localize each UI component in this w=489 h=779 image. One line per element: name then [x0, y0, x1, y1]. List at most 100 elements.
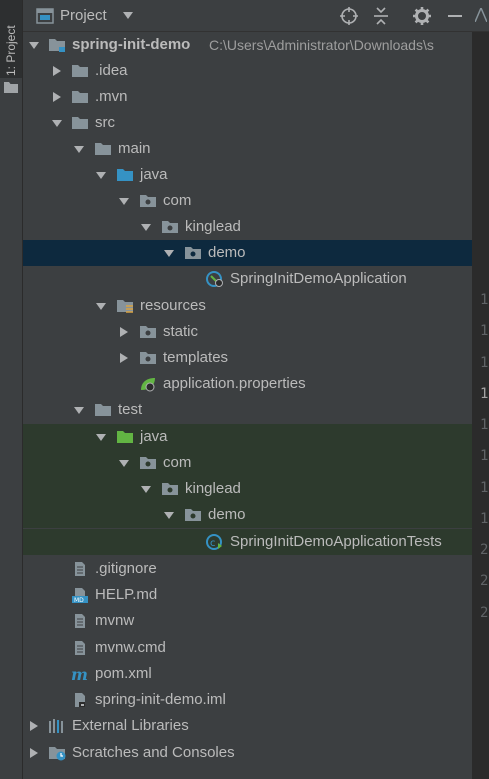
tree-node-test-java[interactable]: java: [23, 424, 472, 450]
chevron-down-icon[interactable]: [29, 40, 39, 50]
tree-node-main-kinglead[interactable]: kinglead: [23, 214, 472, 240]
tree-label-test-java: java: [140, 428, 168, 445]
tree-node-main[interactable]: main: [23, 136, 472, 162]
collapse-all-icon[interactable]: [371, 6, 391, 26]
package-icon: [162, 483, 178, 495]
line-number: 2: [480, 573, 489, 589]
tree-label-test-demo: demo: [208, 506, 246, 523]
tree-node-main-app[interactable]: SpringInitDemoApplication: [23, 266, 472, 292]
tree-root-path: C:\Users\Administrator\Downloads\s: [209, 37, 434, 53]
tree-node-iml[interactable]: spring-init-demo.iml: [23, 687, 472, 713]
package-icon: [185, 509, 201, 521]
package-icon: [162, 221, 178, 233]
chevron-down-icon[interactable]: [164, 248, 174, 258]
chevron-right-icon[interactable]: [29, 748, 39, 758]
tree-node-test-app[interactable]: c SpringInitDemoApplicationTests: [23, 529, 472, 555]
line-number: 1: [480, 448, 489, 464]
line-number: 1: [480, 323, 489, 339]
line-number: 1: [480, 355, 489, 371]
text-file-icon: [75, 562, 85, 576]
tree-label-test-com: com: [163, 454, 192, 471]
tree-node-main-java[interactable]: java: [23, 162, 472, 188]
chevron-right-icon[interactable]: [119, 327, 129, 337]
tree-node-resources[interactable]: resources: [23, 293, 472, 319]
line-number: 2: [480, 605, 489, 621]
chevron-right-icon[interactable]: [119, 353, 129, 363]
folder-icon: [4, 82, 18, 93]
tree-node-help[interactable]: MD HELP.md: [23, 582, 472, 608]
scratches-folder-icon: [49, 747, 66, 761]
text-file-icon: [75, 614, 85, 628]
chevron-right-icon[interactable]: [52, 92, 62, 102]
folder-icon: [72, 65, 88, 77]
chevron-right-icon[interactable]: [52, 66, 62, 76]
chevron-right-icon[interactable]: [29, 721, 39, 731]
tree-label-main-java: java: [140, 166, 168, 183]
tree-node-ext-libs[interactable]: External Libraries: [23, 713, 472, 739]
folder-icon: [72, 91, 88, 103]
editor-tab-strip: [472, 0, 489, 32]
project-tool-tab[interactable]: 1: Project: [0, 0, 22, 93]
resources-folder-icon: [117, 300, 133, 313]
project-window-icon: [36, 8, 54, 24]
tree-label-test: test: [118, 401, 143, 418]
folder-icon: [95, 143, 111, 155]
chevron-down-icon[interactable]: [52, 118, 62, 128]
hide-minus-icon[interactable]: [445, 6, 465, 26]
tree-node-templates[interactable]: templates: [23, 345, 472, 371]
package-icon: [185, 247, 201, 259]
chevron-down-icon[interactable]: [141, 484, 151, 494]
chevron-down-icon[interactable]: [96, 301, 106, 311]
tree-label-main-kinglead: kinglead: [185, 218, 241, 235]
test-class-icon: c: [206, 534, 222, 550]
chevron-down-icon[interactable]: [96, 432, 106, 442]
tree-node-scratches[interactable]: Scratches and Consoles: [23, 740, 472, 766]
tree-node-mvnw[interactable]: mvnw: [23, 608, 472, 634]
tree-node-idea[interactable]: .idea: [23, 58, 472, 84]
editor-gutter: 1 1 1 1 1 1 1 1 2 2 2: [472, 0, 489, 779]
package-icon: [140, 326, 156, 338]
tree-label-help: HELP.md: [95, 586, 158, 603]
tool-window-strip: 1: Project: [0, 0, 23, 779]
chevron-down-icon[interactable]: [96, 170, 106, 180]
tree-node-static[interactable]: static: [23, 319, 472, 345]
svg-text:m: m: [71, 666, 88, 682]
tree-node-mvn[interactable]: .mvn: [23, 84, 472, 110]
settings-gear-icon[interactable]: [412, 6, 432, 26]
markdown-file-icon: MD: [72, 588, 88, 603]
tree-node-test-demo[interactable]: demo: [23, 502, 472, 528]
tree-label-idea: .idea: [95, 62, 128, 79]
chevron-down-icon[interactable]: [119, 196, 129, 206]
test-source-folder-icon: [117, 431, 133, 443]
line-number: 2: [480, 542, 489, 558]
tree-node-mvnw-cmd[interactable]: mvnw.cmd: [23, 635, 472, 661]
tree-node-src[interactable]: src: [23, 110, 472, 136]
tree-label-scratches: Scratches and Consoles: [72, 744, 235, 761]
project-panel-header: Project: [23, 0, 472, 32]
project-panel: Project spring-init-demo C:\Users\Admini…: [23, 0, 472, 779]
tree-node-test[interactable]: test: [23, 397, 472, 423]
tree-node-pom[interactable]: m pom.xml: [23, 661, 472, 687]
tree-node-main-demo[interactable]: demo: [23, 240, 472, 266]
chevron-down-icon[interactable]: [119, 458, 129, 468]
tree-node-props[interactable]: application.properties: [23, 371, 472, 397]
chevron-down-icon[interactable]: [164, 510, 174, 520]
folder-icon: [72, 117, 88, 129]
tree-node-test-com[interactable]: com: [23, 450, 472, 476]
locate-icon[interactable]: [339, 6, 359, 26]
tree-label-test-kinglead: kinglead: [185, 480, 241, 497]
tree-label-props: application.properties: [163, 375, 306, 392]
tree-label-static: static: [163, 323, 199, 340]
chevron-down-icon[interactable]: [123, 12, 133, 19]
editor-tab-icon[interactable]: [475, 8, 487, 22]
tree-node-gitignore[interactable]: .gitignore: [23, 556, 472, 582]
tree-node-test-kinglead[interactable]: kinglead: [23, 476, 472, 502]
maven-m-icon: m: [71, 666, 88, 682]
tree-node-main-com[interactable]: com: [23, 188, 472, 214]
chevron-down-icon[interactable]: [74, 144, 84, 154]
chevron-down-icon[interactable]: [74, 405, 84, 415]
tree-node-root[interactable]: spring-init-demo C:\Users\Administrator\…: [23, 32, 472, 58]
project-view-title[interactable]: Project: [60, 7, 107, 24]
tree-label-main: main: [118, 140, 151, 157]
chevron-down-icon[interactable]: [141, 222, 151, 232]
